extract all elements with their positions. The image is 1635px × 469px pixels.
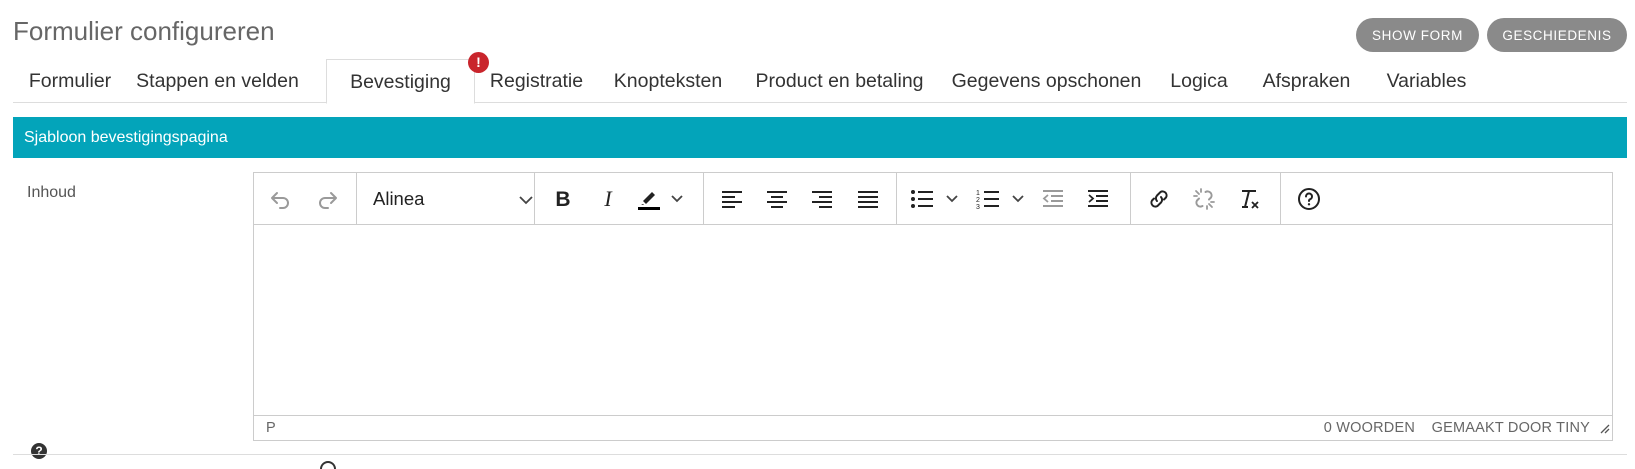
- block-format-value: Alinea: [373, 188, 425, 209]
- italic-icon[interactable]: I: [592, 183, 624, 215]
- svg-text:2: 2: [976, 197, 980, 204]
- align-left-icon[interactable]: [716, 183, 748, 215]
- tab-logica[interactable]: Logica: [1152, 59, 1246, 103]
- tab-product-en-betaling[interactable]: Product en betaling: [738, 59, 941, 103]
- rich-text-editor: Alinea B I 1 2 3 P 0 WOORDEN GEMAAKT DOO…: [253, 172, 1613, 441]
- bold-icon[interactable]: B: [547, 183, 579, 215]
- tab-gegevens-opschonen[interactable]: Gegevens opschonen: [941, 59, 1152, 103]
- editor-statusbar: P 0 WOORDEN GEMAAKT DOOR TINY: [254, 415, 1612, 440]
- tab-afspraken[interactable]: Afspraken: [1246, 59, 1367, 103]
- block-format-select[interactable]: Alinea: [373, 183, 533, 215]
- tab-bevestiging-label: Bevestiging: [350, 71, 451, 93]
- format-group: Alinea: [357, 173, 535, 224]
- unlink-icon[interactable]: [1188, 183, 1220, 215]
- show-form-button[interactable]: SHOW FORM: [1356, 18, 1479, 52]
- svg-text:B: B: [555, 188, 570, 211]
- tab-knopteksten[interactable]: Knopteksten: [598, 59, 738, 103]
- undo-icon[interactable]: [264, 183, 296, 215]
- question-circle-icon[interactable]: ?: [31, 443, 47, 459]
- svg-text:3: 3: [976, 204, 980, 211]
- branding-link[interactable]: GEMAAKT DOOR TINY: [1432, 420, 1590, 436]
- link-icon[interactable]: [1143, 183, 1175, 215]
- tab-registratie[interactable]: Registratie: [475, 59, 598, 103]
- chevron-down-icon: [519, 188, 533, 210]
- clear-format-icon[interactable]: [1233, 183, 1265, 215]
- word-count[interactable]: 0 WOORDEN: [1324, 420, 1415, 436]
- align-center-icon[interactable]: [761, 183, 793, 215]
- link-group: [1131, 173, 1281, 224]
- field-label-inhoud: Inhoud: [27, 184, 76, 201]
- tab-stappen-en-velden[interactable]: Stappen en velden: [125, 59, 310, 103]
- text-style-group: B I: [535, 173, 704, 224]
- page-title: Formulier configureren: [13, 16, 275, 46]
- section-header: Sjabloon bevestigingspagina: [13, 117, 1627, 158]
- svg-text:1: 1: [976, 190, 980, 197]
- redo-icon[interactable]: [312, 183, 344, 215]
- highlight-icon[interactable]: [635, 183, 691, 215]
- numbered-list-icon[interactable]: 123: [975, 183, 1027, 215]
- tab-bevestiging[interactable]: Bevestiging !: [326, 52, 489, 104]
- alignment-group: [704, 173, 897, 224]
- tab-bar: Formulier Stappen en velden Bevestiging …: [13, 52, 1627, 104]
- history-group: [254, 173, 357, 224]
- bullet-list-icon[interactable]: [909, 183, 961, 215]
- list-group: 123: [897, 173, 1131, 224]
- history-button[interactable]: GESCHIEDENIS: [1487, 18, 1627, 52]
- svg-text:I: I: [603, 187, 613, 211]
- help-icon[interactable]: [1293, 183, 1325, 215]
- tab-formulier[interactable]: Formulier: [15, 59, 125, 103]
- divider: [13, 454, 1627, 455]
- help-group: [1281, 173, 1341, 224]
- align-right-icon[interactable]: [806, 183, 838, 215]
- align-justify-icon[interactable]: [852, 183, 884, 215]
- indent-icon[interactable]: [1082, 183, 1114, 215]
- resize-handle-icon[interactable]: [1598, 422, 1610, 438]
- editor-content-area[interactable]: [254, 225, 1612, 416]
- outdent-icon[interactable]: [1037, 183, 1069, 215]
- editor-toolbar: Alinea B I 1 2 3: [254, 173, 1612, 225]
- element-path[interactable]: P: [266, 420, 276, 436]
- tab-variables[interactable]: Variables: [1367, 59, 1486, 103]
- question-circle-icon-secondary[interactable]: [320, 461, 336, 469]
